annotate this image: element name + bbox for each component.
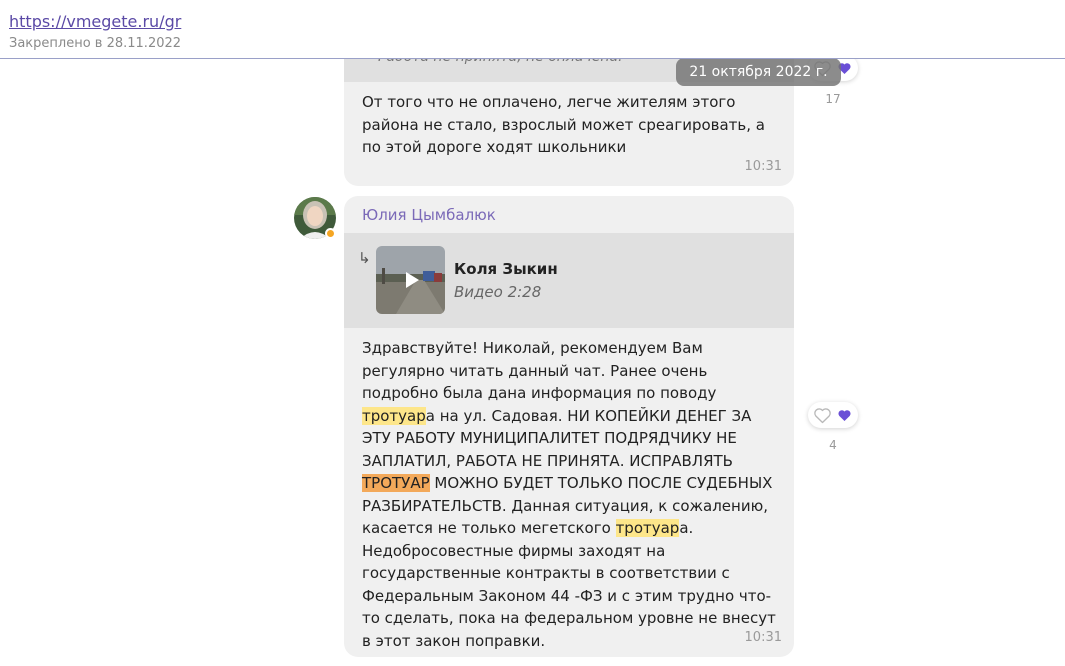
video-duration: Видео 2:28	[454, 283, 542, 301]
pinned-message-bar[interactable]: https://vmegete.ru/gr Закреплено в 28.11…	[0, 0, 1065, 59]
heart-outline-icon[interactable]	[813, 406, 832, 428]
reaction-count: 17	[825, 92, 841, 106]
search-highlight: тротуар	[615, 519, 680, 537]
text-segment: Здравствуйте! Николай, рекомендуем Вам р…	[362, 339, 717, 402]
message-time: 10:31	[744, 159, 782, 174]
avatar[interactable]	[294, 197, 336, 239]
forward-arrow-icon: ↳	[358, 249, 371, 267]
pinned-link[interactable]: https://vmegete.ru/gr	[9, 12, 181, 31]
pinned-date: Закреплено в 28.11.2022	[9, 36, 182, 51]
message-author[interactable]: Юлия Цымбалюк	[362, 206, 496, 224]
reactions-bar	[808, 402, 858, 428]
message-text: Здравствуйте! Николай, рекомендуем Вам р…	[362, 337, 782, 652]
text-segment: а. Недобросовестные фирмы заходят на гос…	[362, 519, 776, 650]
message-bubble[interactable]: Юлия Цымбалюк ↳ Коля Зыкин Видео 2:28 Зд…	[344, 196, 794, 657]
online-badge-icon	[325, 228, 336, 239]
search-highlight-active: ТРОТУАР	[362, 474, 430, 492]
forwarded-author: Коля Зыкин	[454, 260, 558, 278]
reaction-count: 4	[829, 438, 837, 452]
forwarded-message[interactable]: ↳ Коля Зыкин Видео 2:28	[344, 233, 794, 328]
message-text: От того что не оплачено, легче жителям э…	[362, 93, 765, 156]
date-separator: 21 октября 2022 г.	[676, 58, 841, 86]
message-time: 10:31	[744, 630, 782, 645]
heart-filled-icon[interactable]	[837, 407, 852, 426]
search-highlight: тротуар	[362, 406, 426, 425]
video-thumbnail[interactable]	[376, 246, 445, 314]
